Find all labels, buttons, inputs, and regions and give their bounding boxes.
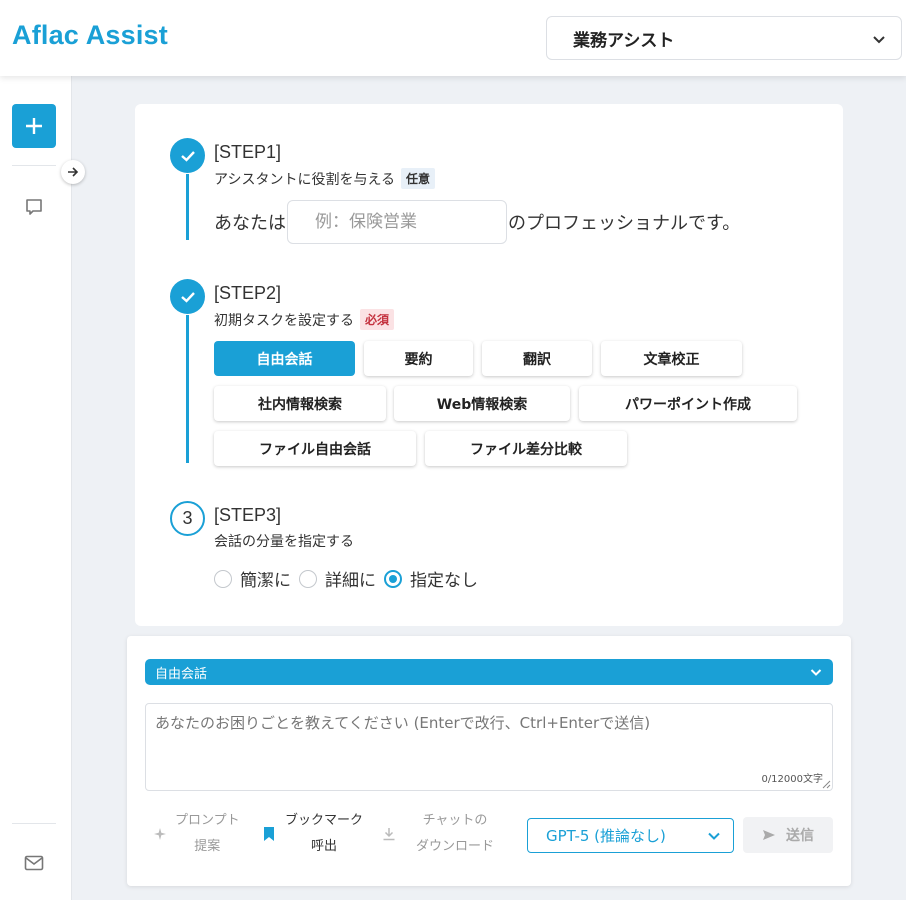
send-label: 送信 [786, 828, 814, 844]
plus-icon [26, 118, 42, 134]
resize-grip-icon[interactable] [822, 780, 831, 789]
composer-panel: 自由会話 0/12000文字 プロンプト提案 ブックマーク呼出 チャットのダウン… [127, 636, 851, 886]
app-logo: Aflac Assist [12, 20, 168, 50]
step3-number-circle: 3 [170, 501, 205, 536]
model-select-value: GPT-5 (推論なし) [546, 827, 666, 845]
step2-title: [STEP2] [214, 283, 282, 303]
step1-check-circle [170, 138, 205, 173]
step1-desc: アシスタントに役割を与える 任意 [214, 168, 436, 189]
step2-desc-text: 初期タスクを設定する [214, 312, 354, 329]
sparkle-icon [154, 828, 166, 840]
model-select[interactable]: GPT-5 (推論なし) [527, 818, 734, 853]
prompt-label-2: 提案 [194, 839, 221, 854]
send-icon [763, 830, 775, 840]
task-button-translate[interactable]: 翻訳 [482, 341, 592, 376]
sidebar-divider [12, 165, 56, 166]
check-icon [180, 150, 195, 162]
arrow-right-icon [68, 167, 79, 177]
sidebar-divider [12, 823, 56, 824]
step1-desc-text: アシスタントに役割を与える [214, 171, 396, 188]
download-chat-button[interactable]: チャットのダウンロード [382, 808, 494, 860]
prompt-suggest-button[interactable]: プロンプト 提案 [153, 808, 240, 860]
radio-detailed[interactable] [299, 569, 317, 588]
step2-desc: 初期タスクを設定する 必須 [214, 309, 395, 330]
task-button-web-search[interactable]: Web情報検索 [394, 386, 570, 421]
bookmark-label-2: 呼出 [311, 839, 338, 854]
task-select-value: 自由会話 [155, 666, 208, 682]
download-icon [383, 828, 395, 841]
role-input[interactable] [287, 200, 507, 244]
step2-check-circle [170, 279, 205, 314]
step2-line [186, 315, 189, 463]
task-button-powerpoint[interactable]: パワーポイント作成 [579, 386, 797, 421]
mail-icon[interactable] [24, 855, 44, 871]
new-chat-button[interactable] [12, 104, 56, 148]
step3-desc: 会話の分量を指定する [214, 531, 354, 551]
app-header: Aflac Assist 業務アシスト [0, 0, 906, 76]
required-badge: 必須 [360, 309, 395, 330]
task-button-file-chat[interactable]: ファイル自由会話 [214, 431, 416, 466]
check-icon [180, 291, 195, 303]
steps-card: [STEP1] アシスタントに役割を与える 任意 あなたは のプロフェッショナル… [135, 104, 843, 626]
step1-title: [STEP1] [214, 142, 282, 162]
radio-unspecified-label: 指定なし [410, 571, 478, 591]
char-count: 0/12000文字 [761, 774, 823, 785]
task-button-free-chat[interactable]: 自由会話 [214, 341, 355, 376]
length-radio-group: 簡潔に 詳細に 指定なし [214, 566, 478, 591]
mode-select[interactable]: 業務アシスト [546, 16, 902, 60]
bookmark-label-1: ブックマーク [285, 813, 364, 828]
task-button-file-diff[interactable]: ファイル差分比較 [425, 431, 627, 466]
step3-desc-text: 会話の分量を指定する [214, 534, 354, 550]
sidebar-expand-button[interactable] [61, 160, 85, 184]
chevron-down-icon [708, 832, 720, 840]
chat-history-icon[interactable] [24, 197, 44, 217]
role-suffix: のプロフェッショナルです。 [508, 213, 741, 234]
optional-badge: 任意 [401, 168, 436, 189]
step3-title: [STEP3] [214, 505, 282, 525]
radio-concise[interactable] [214, 569, 232, 588]
bookmark-icon [264, 827, 274, 841]
task-button-summary[interactable]: 要約 [364, 341, 473, 376]
prompt-label-1: プロンプト [175, 813, 240, 828]
message-input[interactable] [145, 703, 833, 791]
chevron-down-icon [873, 36, 885, 44]
task-button-internal-search[interactable]: 社内情報検索 [214, 386, 386, 421]
send-button[interactable]: 送信 [743, 817, 833, 853]
download-label-1: チャットの [422, 813, 488, 828]
step1-line [186, 174, 189, 240]
bookmark-button[interactable]: ブックマーク 呼出 [263, 808, 363, 860]
task-select[interactable]: 自由会話 [145, 659, 833, 685]
task-button-proofread[interactable]: 文章校正 [601, 341, 742, 376]
radio-detailed-label: 詳細に [325, 571, 376, 591]
download-label-2: ダウンロード [416, 839, 495, 854]
radio-concise-label: 簡潔に [240, 571, 291, 591]
role-line: あなたは のプロフェッショナルです。 [214, 200, 740, 244]
role-prefix: あなたは [214, 213, 286, 234]
mode-select-value: 業務アシスト [573, 30, 675, 51]
radio-unspecified[interactable] [384, 569, 402, 588]
sidebar [0, 76, 72, 900]
chevron-down-icon [810, 669, 822, 676]
